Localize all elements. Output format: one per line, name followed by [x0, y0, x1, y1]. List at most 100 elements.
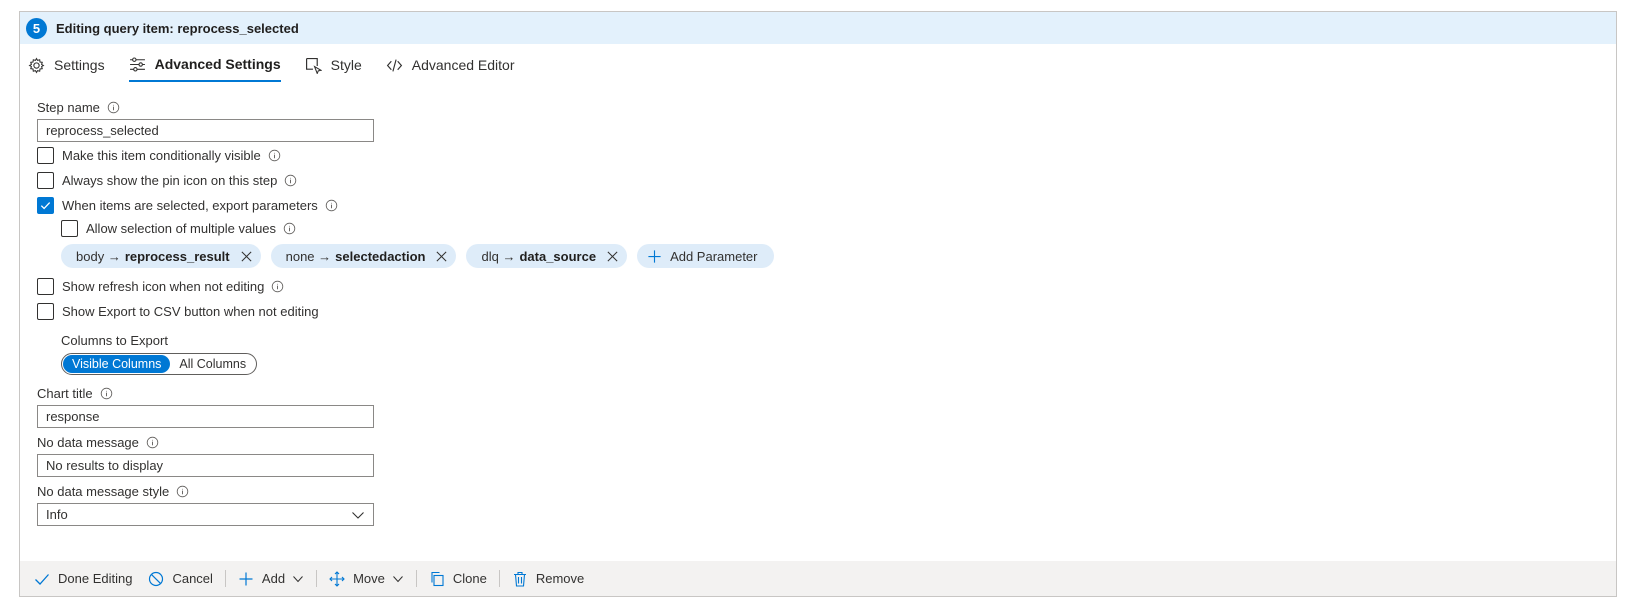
footer-toolbar: Done Editing Cancel Add Move Clone Remov… — [20, 561, 1616, 596]
step-name-input[interactable]: reprocess_selected — [37, 119, 374, 142]
no-data-input[interactable]: No results to display — [37, 454, 374, 477]
chart-title-label: Chart title — [37, 384, 1616, 402]
cancel-icon — [149, 571, 164, 586]
pin-icon-checkbox[interactable] — [37, 172, 54, 189]
chip-arrow: → — [502, 248, 516, 264]
no-data-style-label-text: No data message style — [37, 483, 170, 499]
clone-icon — [431, 571, 444, 586]
trash-icon — [513, 571, 526, 587]
clone-label: Clone — [452, 571, 487, 586]
remove-button[interactable]: Remove — [504, 567, 592, 591]
add-parameter-button[interactable]: Add Parameter — [637, 244, 774, 268]
chip-arrow: → — [107, 248, 121, 264]
parameter-chips: body → reprocess_result none → selectedact… — [61, 238, 1616, 274]
multi-values-label: Allow selection of multiple values — [86, 220, 277, 236]
chip-param: data_source — [519, 248, 597, 264]
info-icon[interactable] — [271, 280, 284, 293]
multi-values-row[interactable]: Allow selection of multiple values — [61, 218, 1616, 238]
plus-icon — [648, 249, 661, 263]
add-label: Add — [261, 571, 286, 586]
toolbar-divider — [415, 570, 417, 587]
no-data-style-value: Info — [46, 507, 68, 522]
chevron-down-icon — [293, 575, 303, 582]
no-data-label-text: No data message — [37, 434, 139, 450]
info-icon[interactable] — [284, 174, 297, 187]
pin-icon-row[interactable]: Always show the pin icon on this step — [37, 168, 1616, 193]
step-name-label: Step name — [37, 98, 1616, 116]
info-icon[interactable] — [283, 222, 296, 235]
code-icon — [386, 59, 402, 71]
parameter-chip[interactable]: none → selectedaction — [270, 244, 457, 268]
close-icon[interactable] — [240, 250, 253, 263]
tab-style[interactable]: Style — [305, 48, 362, 82]
export-csv-label: Show Export to CSV button when not editi… — [62, 304, 319, 319]
chip-field: dlq — [481, 248, 499, 264]
cond-visible-checkbox[interactable] — [37, 147, 54, 164]
close-icon[interactable] — [606, 250, 619, 263]
info-icon[interactable] — [107, 101, 120, 114]
all-columns-option[interactable]: All Columns — [170, 355, 255, 373]
parameter-chip[interactable]: dlq → data_source — [466, 244, 628, 268]
chevron-down-icon — [352, 511, 364, 519]
edit-panel: 5 Editing query item: reprocess_selected… — [19, 11, 1617, 597]
chart-title-label-text: Chart title — [37, 385, 93, 401]
refresh-icon-row[interactable]: Show refresh icon when not editing — [37, 274, 1616, 299]
tab-settings-label: Settings — [54, 57, 105, 73]
add-button[interactable]: Add — [230, 567, 312, 591]
multi-values-checkbox[interactable] — [61, 219, 78, 237]
no-data-label: No data message — [37, 433, 1616, 451]
pin-icon-label: Always show the pin icon on this step — [62, 173, 278, 188]
tab-advanced-editor-label: Advanced Editor — [411, 57, 515, 73]
chip-param: selectedaction — [335, 248, 426, 264]
export-csv-checkbox[interactable] — [37, 303, 54, 320]
move-label: Move — [353, 571, 385, 586]
export-csv-row[interactable]: Show Export to CSV button when not editi… — [37, 299, 1616, 324]
export-params-checkbox[interactable] — [37, 197, 54, 214]
done-editing-button[interactable]: Done Editing — [26, 567, 140, 591]
visible-columns-option[interactable]: Visible Columns — [63, 355, 171, 373]
move-button[interactable]: Move — [321, 567, 412, 591]
tab-settings[interactable]: Settings — [28, 48, 105, 82]
checkmark-icon — [40, 202, 51, 210]
clone-button[interactable]: Clone — [421, 567, 495, 591]
info-icon[interactable] — [100, 387, 113, 400]
tab-advanced-editor[interactable]: Advanced Editor — [386, 48, 515, 82]
plus-icon — [239, 572, 253, 585]
tab-style-label: Style — [330, 57, 362, 73]
cancel-button[interactable]: Cancel — [140, 567, 220, 591]
close-icon[interactable] — [435, 250, 448, 263]
move-icon — [329, 570, 345, 587]
no-data-style-dropdown[interactable]: Info — [37, 503, 374, 526]
remove-label: Remove — [535, 571, 585, 586]
gear-icon — [28, 57, 45, 73]
style-icon — [305, 57, 322, 74]
cond-visible-row[interactable]: Make this item conditionally visible — [37, 143, 1616, 168]
no-data-style-label: No data message style — [37, 482, 1616, 500]
done-editing-label: Done Editing — [58, 571, 133, 586]
chip-field: body — [76, 248, 105, 264]
chip-arrow: → — [318, 248, 332, 264]
checkmark-icon — [35, 573, 49, 585]
refresh-icon-checkbox[interactable] — [37, 278, 54, 295]
parameter-chip[interactable]: body → reprocess_result — [61, 244, 261, 268]
export-params-label: When items are selected, export paramete… — [62, 198, 318, 213]
columns-export-label-text: Columns to Export — [61, 332, 168, 348]
columns-export-toggle: Visible Columns All Columns — [61, 353, 258, 375]
chip-field: none — [285, 248, 315, 264]
chevron-down-icon — [392, 575, 403, 582]
columns-export-label: Columns to Export — [61, 331, 1616, 349]
info-icon[interactable] — [176, 485, 189, 498]
info-icon[interactable] — [325, 199, 338, 212]
info-icon[interactable] — [268, 149, 281, 162]
cond-visible-label: Make this item conditionally visible — [62, 148, 261, 163]
chart-title-input[interactable]: response — [37, 405, 374, 428]
export-params-row[interactable]: When items are selected, export paramete… — [37, 193, 1616, 218]
chip-param: reprocess_result — [124, 248, 230, 264]
panel-header: 5 Editing query item: reprocess_selected — [20, 12, 1616, 44]
info-icon[interactable] — [146, 436, 159, 449]
toolbar-divider — [224, 570, 226, 587]
tab-bar: Settings Advanced Settings Style Advance… — [20, 44, 1616, 82]
tab-advanced-settings[interactable]: Advanced Settings — [128, 48, 281, 82]
settings-form: Step name reprocess_selected Make this i… — [37, 98, 1616, 526]
step-number-badge: 5 — [26, 17, 47, 39]
